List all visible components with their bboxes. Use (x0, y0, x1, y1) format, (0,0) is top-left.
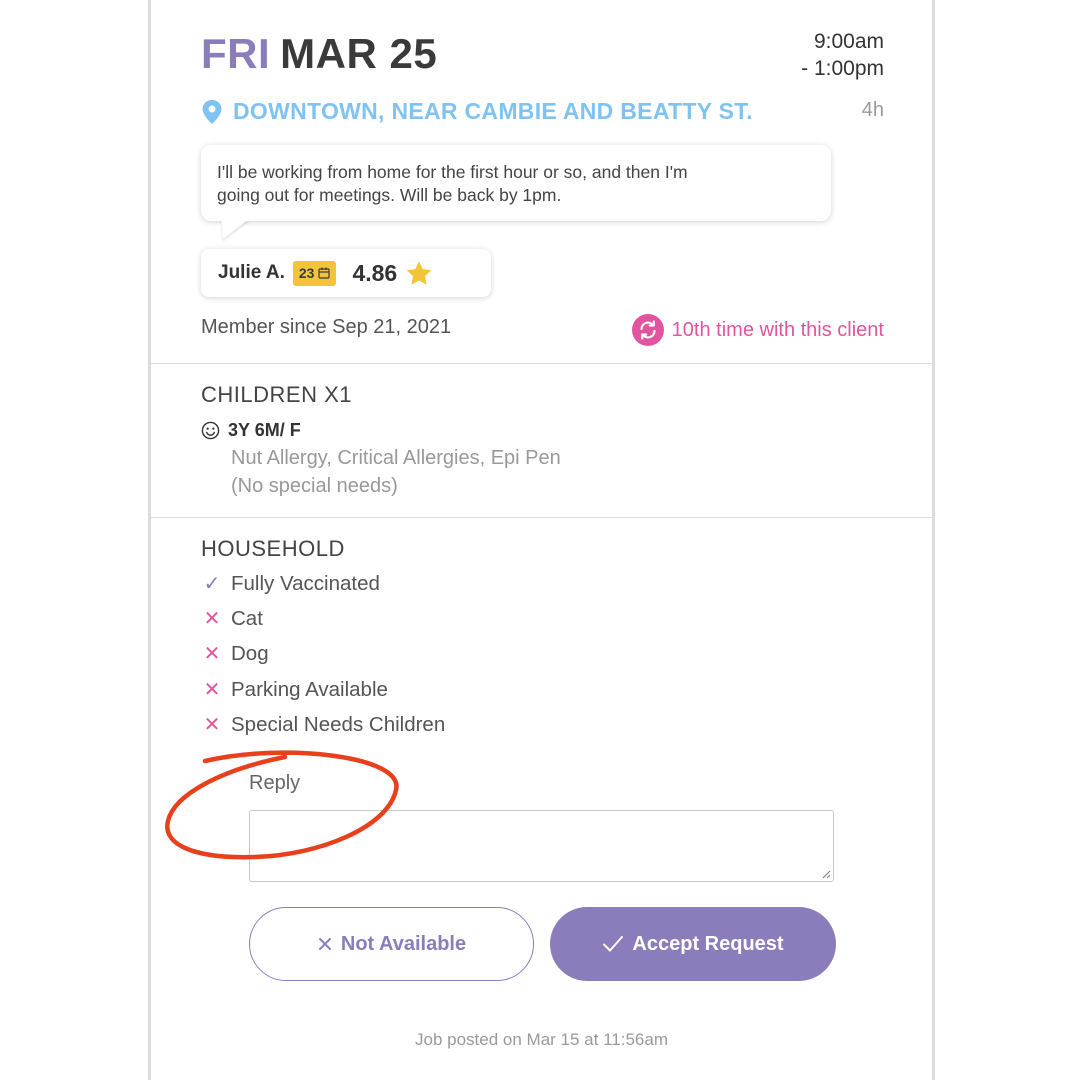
household-title: HOUSEHOLD (201, 536, 345, 561)
household-item-label: Dog (231, 641, 269, 665)
check-icon (603, 936, 624, 952)
not-available-label: Not Available (340, 932, 467, 955)
household-item: ✕ Parking Available (201, 677, 388, 702)
cross-icon: ✕ (203, 643, 221, 665)
household-item-label: Cat (231, 606, 263, 630)
sitter-rating: 4.86 (352, 259, 398, 286)
message-tail (221, 219, 249, 239)
job-duration: 4h (861, 99, 884, 121)
client-message: I'll be working from home for the first … (201, 145, 831, 221)
divider (151, 363, 932, 364)
household-item: ✕ Cat (201, 606, 263, 631)
cross-icon: ✕ (203, 714, 221, 736)
job-date: FRI MAR 25 (201, 30, 437, 78)
child-special-needs: (No special needs) (231, 475, 398, 497)
child-allergies: Nut Allergy, Critical Allergies, Epi Pen (231, 447, 561, 469)
month-day: MAR 25 (280, 30, 438, 77)
time-end: - 1:00pm (801, 57, 884, 80)
not-available-button[interactable]: Not Available (249, 907, 534, 981)
accept-request-label: Accept Request (632, 932, 784, 955)
job-time: 9:00am - 1:00pm (801, 28, 884, 82)
location-pin-icon (202, 99, 222, 124)
repeat-client: 10th time with this client (631, 314, 884, 346)
household-item-label: Fully Vaccinated (231, 571, 380, 595)
resize-handle-icon[interactable] (821, 869, 831, 879)
location-text: DOWNTOWN, NEAR CAMBIE AND BEATTY ST. (233, 98, 753, 124)
repeat-icon (631, 314, 664, 346)
annotation-circle (165, 750, 399, 860)
time-start: 9:00am (813, 30, 884, 53)
day-of-week: FRI (201, 30, 271, 77)
calendar-icon (318, 267, 331, 279)
household-item: ✕ Dog (201, 641, 269, 666)
child-age-gender: 3Y 6M/ F (228, 420, 301, 440)
household-item-label: Parking Available (231, 677, 388, 701)
message-line: I'll be working from home for the first … (217, 162, 688, 182)
cross-icon: ✕ (203, 608, 221, 630)
accept-request-button[interactable]: Accept Request (550, 907, 836, 981)
bookings-badge: 23 (292, 260, 337, 286)
child-summary: 3Y 6M/ F (201, 420, 301, 441)
sitter-chip[interactable]: Julie A. 23 4.86 (201, 249, 491, 297)
household-item: ✓ Fully Vaccinated (201, 571, 380, 596)
divider (151, 517, 932, 518)
smiley-icon (201, 421, 220, 440)
job-posted-date: Job posted on Mar 15 at 11:56am (415, 1030, 668, 1049)
repeat-text: 10th time with this client (671, 318, 884, 341)
job-request-card: FRI MAR 25 9:00am - 1:00pm DOWNTOWN, NEAR… (148, 0, 935, 1080)
check-icon: ✓ (203, 573, 221, 595)
job-location: DOWNTOWN, NEAR CAMBIE AND BEATTY ST. (201, 98, 753, 125)
member-since: Member since Sep 21, 2021 (201, 316, 452, 338)
cross-icon (318, 938, 331, 950)
cross-icon: ✕ (203, 679, 221, 701)
sitter-name: Julie A. (218, 262, 285, 283)
bookings-count: 23 (298, 265, 315, 281)
household-item-label: Special Needs Children (231, 712, 446, 736)
star-icon (406, 260, 432, 285)
message-line: going out for meetings. Will be back by … (217, 185, 562, 205)
household-item: ✕ Special Needs Children (201, 712, 446, 737)
children-title: CHILDREN X1 (201, 382, 352, 407)
